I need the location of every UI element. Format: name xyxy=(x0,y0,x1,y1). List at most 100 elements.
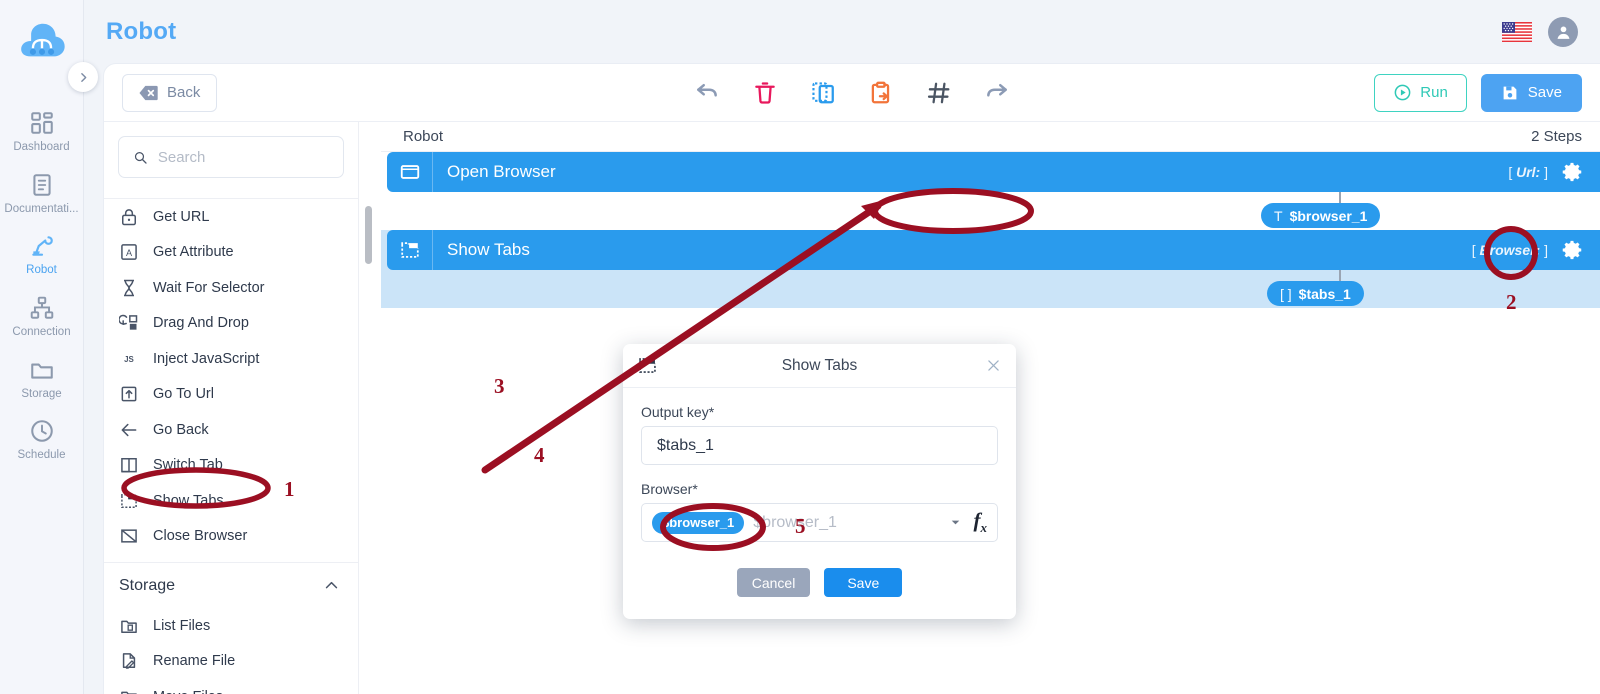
chevron-right-icon xyxy=(80,72,86,82)
sidebar-item-connection[interactable]: Connection xyxy=(0,285,84,347)
panel-item-label: Move Files xyxy=(153,689,223,694)
panel-item-label: Drag And Drop xyxy=(153,315,249,332)
panel-item-get-url[interactable]: Get URL xyxy=(104,199,358,235)
panel-item-label: Rename File xyxy=(153,653,236,670)
modal-browser-field[interactable]: $browser_1 $browser_1 fx xyxy=(641,503,998,542)
run-button[interactable]: Run xyxy=(1374,73,1467,112)
editor-toolbar: Back Run Save xyxy=(104,64,1600,122)
output-key-value: $tabs_1 xyxy=(657,436,714,454)
action-list: Get URL A Get Attribute Wait For Selecto… xyxy=(104,198,358,694)
dialog-footer: Cancel Save xyxy=(623,548,1016,619)
sidebar-item-documentation[interactable]: Documentati... xyxy=(0,162,84,224)
step-right: [ Url: ] xyxy=(1508,161,1600,183)
rail-collapse-toggle[interactable] xyxy=(68,62,98,92)
panel-item-go-to-url[interactable]: Go To Url xyxy=(104,377,358,413)
modal-cancel-button[interactable]: Cancel xyxy=(736,568,811,597)
canvas-scrollbar[interactable] xyxy=(359,122,381,694)
close-browser-icon xyxy=(121,529,137,543)
panel-item-drag-and-drop[interactable]: Drag And Drop xyxy=(104,306,358,342)
robot-arm-icon xyxy=(31,236,53,257)
floppy-disk-icon xyxy=(1503,86,1517,99)
panel-item-inject-javascript[interactable]: JS Inject JavaScript xyxy=(104,341,358,377)
panel-item-show-tabs[interactable]: Show Tabs xyxy=(104,483,358,519)
panel-group-title: Storage xyxy=(119,576,176,594)
panel-item-get-attribute[interactable]: A Get Attribute xyxy=(104,235,358,271)
steps-count: 2 Steps xyxy=(1531,128,1582,145)
panel-item-close-browser[interactable]: Close Browser xyxy=(104,519,358,555)
annotation-number-2: 2 xyxy=(1506,290,1517,314)
hash-icon[interactable] xyxy=(926,80,952,106)
fx-formula-icon[interactable]: fx xyxy=(974,508,988,536)
variable-name: $tabs_1 xyxy=(1298,285,1351,302)
redo-icon[interactable] xyxy=(984,80,1010,106)
us-flag-icon[interactable] xyxy=(1502,22,1532,42)
file-pencil-icon xyxy=(122,653,136,669)
trash-icon[interactable] xyxy=(752,80,778,106)
output-variable-badge-tabs[interactable]: [ ] $tabs_1 xyxy=(1267,281,1364,306)
panel-item-switch-tab[interactable]: Switch Tab xyxy=(104,448,358,484)
hourglass-icon xyxy=(124,279,134,296)
sidebar-label: Dashboard xyxy=(13,141,70,153)
browser-window-icon xyxy=(400,165,419,179)
modal-output-key-field[interactable]: $tabs_1 xyxy=(641,426,998,465)
copy-icon[interactable] xyxy=(810,80,836,106)
search-input[interactable] xyxy=(157,148,329,166)
save-button[interactable]: Save xyxy=(1480,73,1582,112)
dashboard-grid-icon xyxy=(30,112,53,134)
canvas-header: Robot 2 Steps xyxy=(381,122,1600,152)
browser-chip[interactable]: $browser_1 xyxy=(652,511,745,534)
show-tabs-icon xyxy=(121,493,137,508)
step-icon-cell xyxy=(387,152,433,192)
flow-step-open-browser: Open Browser [ Url: ] T $browser_1 xyxy=(381,152,1600,230)
sidebar-item-robot[interactable]: Robot xyxy=(0,223,84,285)
dialog-body: Output key* $tabs_1 Browser* $browser_1 … xyxy=(623,388,1016,548)
panel-item-rename-file[interactable]: Rename File xyxy=(104,644,358,680)
back-button-label: Back xyxy=(167,84,201,101)
step-output-zone: [ ] $tabs_1 xyxy=(381,270,1600,308)
letter-a-box-icon: A xyxy=(121,244,137,261)
user-avatar-button[interactable] xyxy=(1548,17,1578,47)
step-bar[interactable]: Show Tabs [ Browser: ] xyxy=(387,230,1600,270)
panel-item-label: Switch Tab xyxy=(153,457,223,474)
back-button[interactable]: Back xyxy=(122,73,218,112)
sidebar-item-schedule[interactable]: Schedule xyxy=(0,408,84,470)
cloud-network-logo xyxy=(20,23,65,57)
output-variable-badge-browser[interactable]: T $browser_1 xyxy=(1261,203,1381,228)
search-box[interactable] xyxy=(118,136,344,178)
variable-type-glyph: [ ] xyxy=(1280,285,1292,302)
modal-save-button[interactable]: Save xyxy=(824,568,903,597)
panel-item-go-back[interactable]: Go Back xyxy=(104,412,358,448)
run-button-label: Run xyxy=(1420,84,1448,101)
panel-item-label: Wait For Selector xyxy=(153,279,265,296)
chevron-down-icon[interactable] xyxy=(949,516,962,529)
panel-group-storage[interactable]: Storage xyxy=(104,562,358,608)
editor-body: Get URL A Get Attribute xyxy=(104,122,1600,694)
sidebar-item-dashboard[interactable]: Dashboard xyxy=(0,100,84,162)
user-avatar-icon xyxy=(1557,25,1569,39)
action-panel: Get URL A Get Attribute xyxy=(104,122,359,694)
sidebar-label: Schedule xyxy=(17,449,66,462)
step-gear-open-browser[interactable] xyxy=(1562,161,1584,183)
step-gear-show-tabs[interactable] xyxy=(1562,239,1584,261)
paste-icon[interactable] xyxy=(868,80,894,106)
panel-item-move-files[interactable]: Move Files xyxy=(104,679,358,694)
tab-icon xyxy=(121,458,137,473)
drag-drop-icon xyxy=(119,315,138,330)
undo-icon[interactable] xyxy=(694,80,720,106)
canvas-scrollbar-thumb[interactable] xyxy=(365,206,372,264)
variable-name: $browser_1 xyxy=(1289,207,1368,224)
step-icon-cell xyxy=(387,230,433,270)
annotation-number-5: 5 xyxy=(795,514,806,538)
left-nav-rail: Dashboard Documentati... Robot Connectio… xyxy=(0,0,98,694)
panel-item-wait-for-selector[interactable]: Wait For Selector xyxy=(104,270,358,306)
panel-item-label: Go Back xyxy=(153,421,209,438)
sidebar-label: Documentati... xyxy=(4,202,79,215)
folder-arrow-icon xyxy=(121,691,137,694)
search-area xyxy=(104,122,358,188)
sidebar-item-storage[interactable]: Storage xyxy=(0,347,84,409)
step-bar[interactable]: Open Browser [ Url: ] xyxy=(387,152,1600,192)
panel-item-label: Go To Url xyxy=(153,386,214,403)
header-actions xyxy=(1502,17,1578,47)
close-icon[interactable] xyxy=(985,357,1002,374)
panel-item-list-files[interactable]: List Files xyxy=(104,608,358,644)
